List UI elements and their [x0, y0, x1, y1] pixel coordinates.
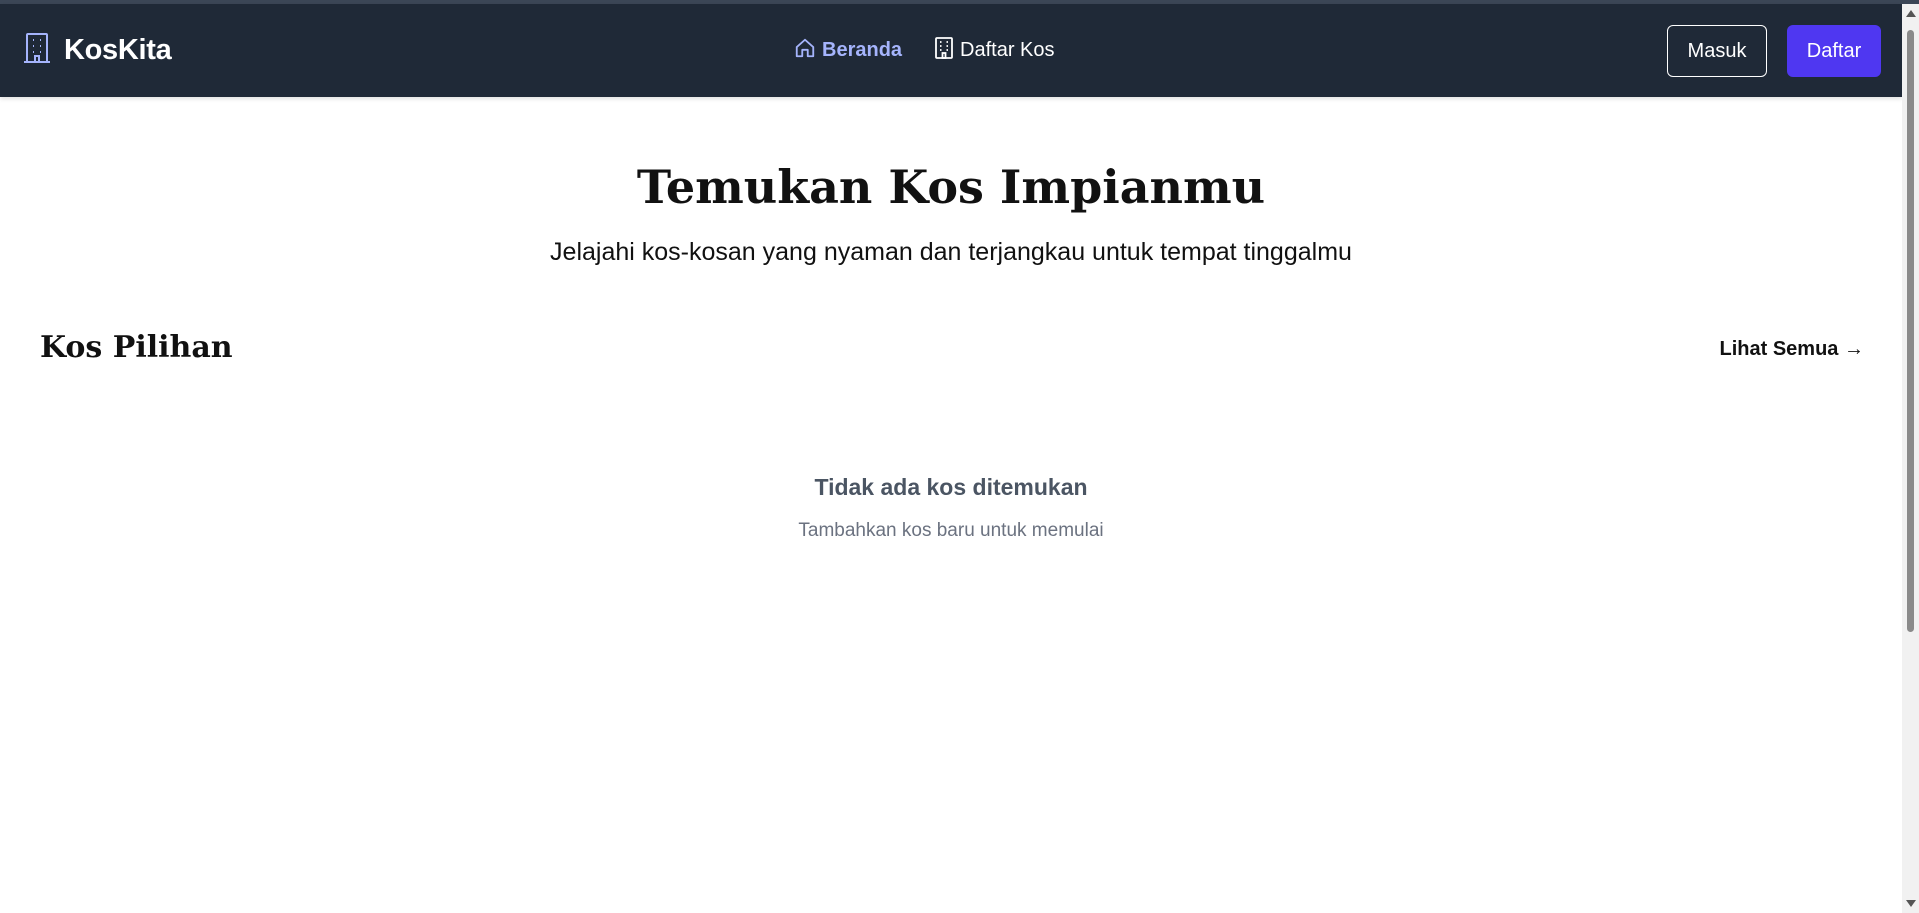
- building-icon: [24, 32, 50, 69]
- see-all-link[interactable]: Lihat Semua →: [1720, 338, 1864, 361]
- register-button[interactable]: Daftar: [1787, 25, 1881, 77]
- nav-item-label: Beranda: [822, 39, 903, 61]
- nav-item-beranda[interactable]: Beranda: [794, 37, 902, 65]
- scroll-down-arrow-icon[interactable]: [1906, 900, 1916, 907]
- empty-state-title: Tidak ada kos ditemukan: [814, 474, 1088, 500]
- building-icon: [934, 36, 954, 65]
- hero-title: Temukan Kos Impianmu: [636, 160, 1266, 214]
- featured-section-title: Kos Pilihan: [40, 330, 233, 365]
- main-nav: Beranda Daftar Kos: [794, 4, 1055, 97]
- vertical-scrollbar[interactable]: [1902, 4, 1919, 913]
- scroll-thumb[interactable]: [1907, 30, 1914, 632]
- home-icon: [794, 37, 816, 65]
- empty-state-subtitle: Tambahkan kos baru untuk memulai: [798, 520, 1104, 541]
- brand-name: KosKita: [64, 34, 172, 66]
- nav-item-label: Daftar Kos: [960, 39, 1055, 61]
- navbar: KosKita Beranda Daftar Kos Masuk Daftar: [0, 4, 1902, 97]
- scroll-up-arrow-icon[interactable]: [1906, 10, 1916, 17]
- login-button[interactable]: Masuk: [1667, 25, 1767, 77]
- page: KosKita Beranda Daftar Kos Masuk Daftar …: [0, 0, 1919, 913]
- nav-item-daftar-kos[interactable]: Daftar Kos: [934, 36, 1055, 65]
- hero-subtitle: Jelajahi kos-kosan yang nyaman dan terja…: [550, 238, 1352, 266]
- brand-logo[interactable]: KosKita: [24, 4, 172, 97]
